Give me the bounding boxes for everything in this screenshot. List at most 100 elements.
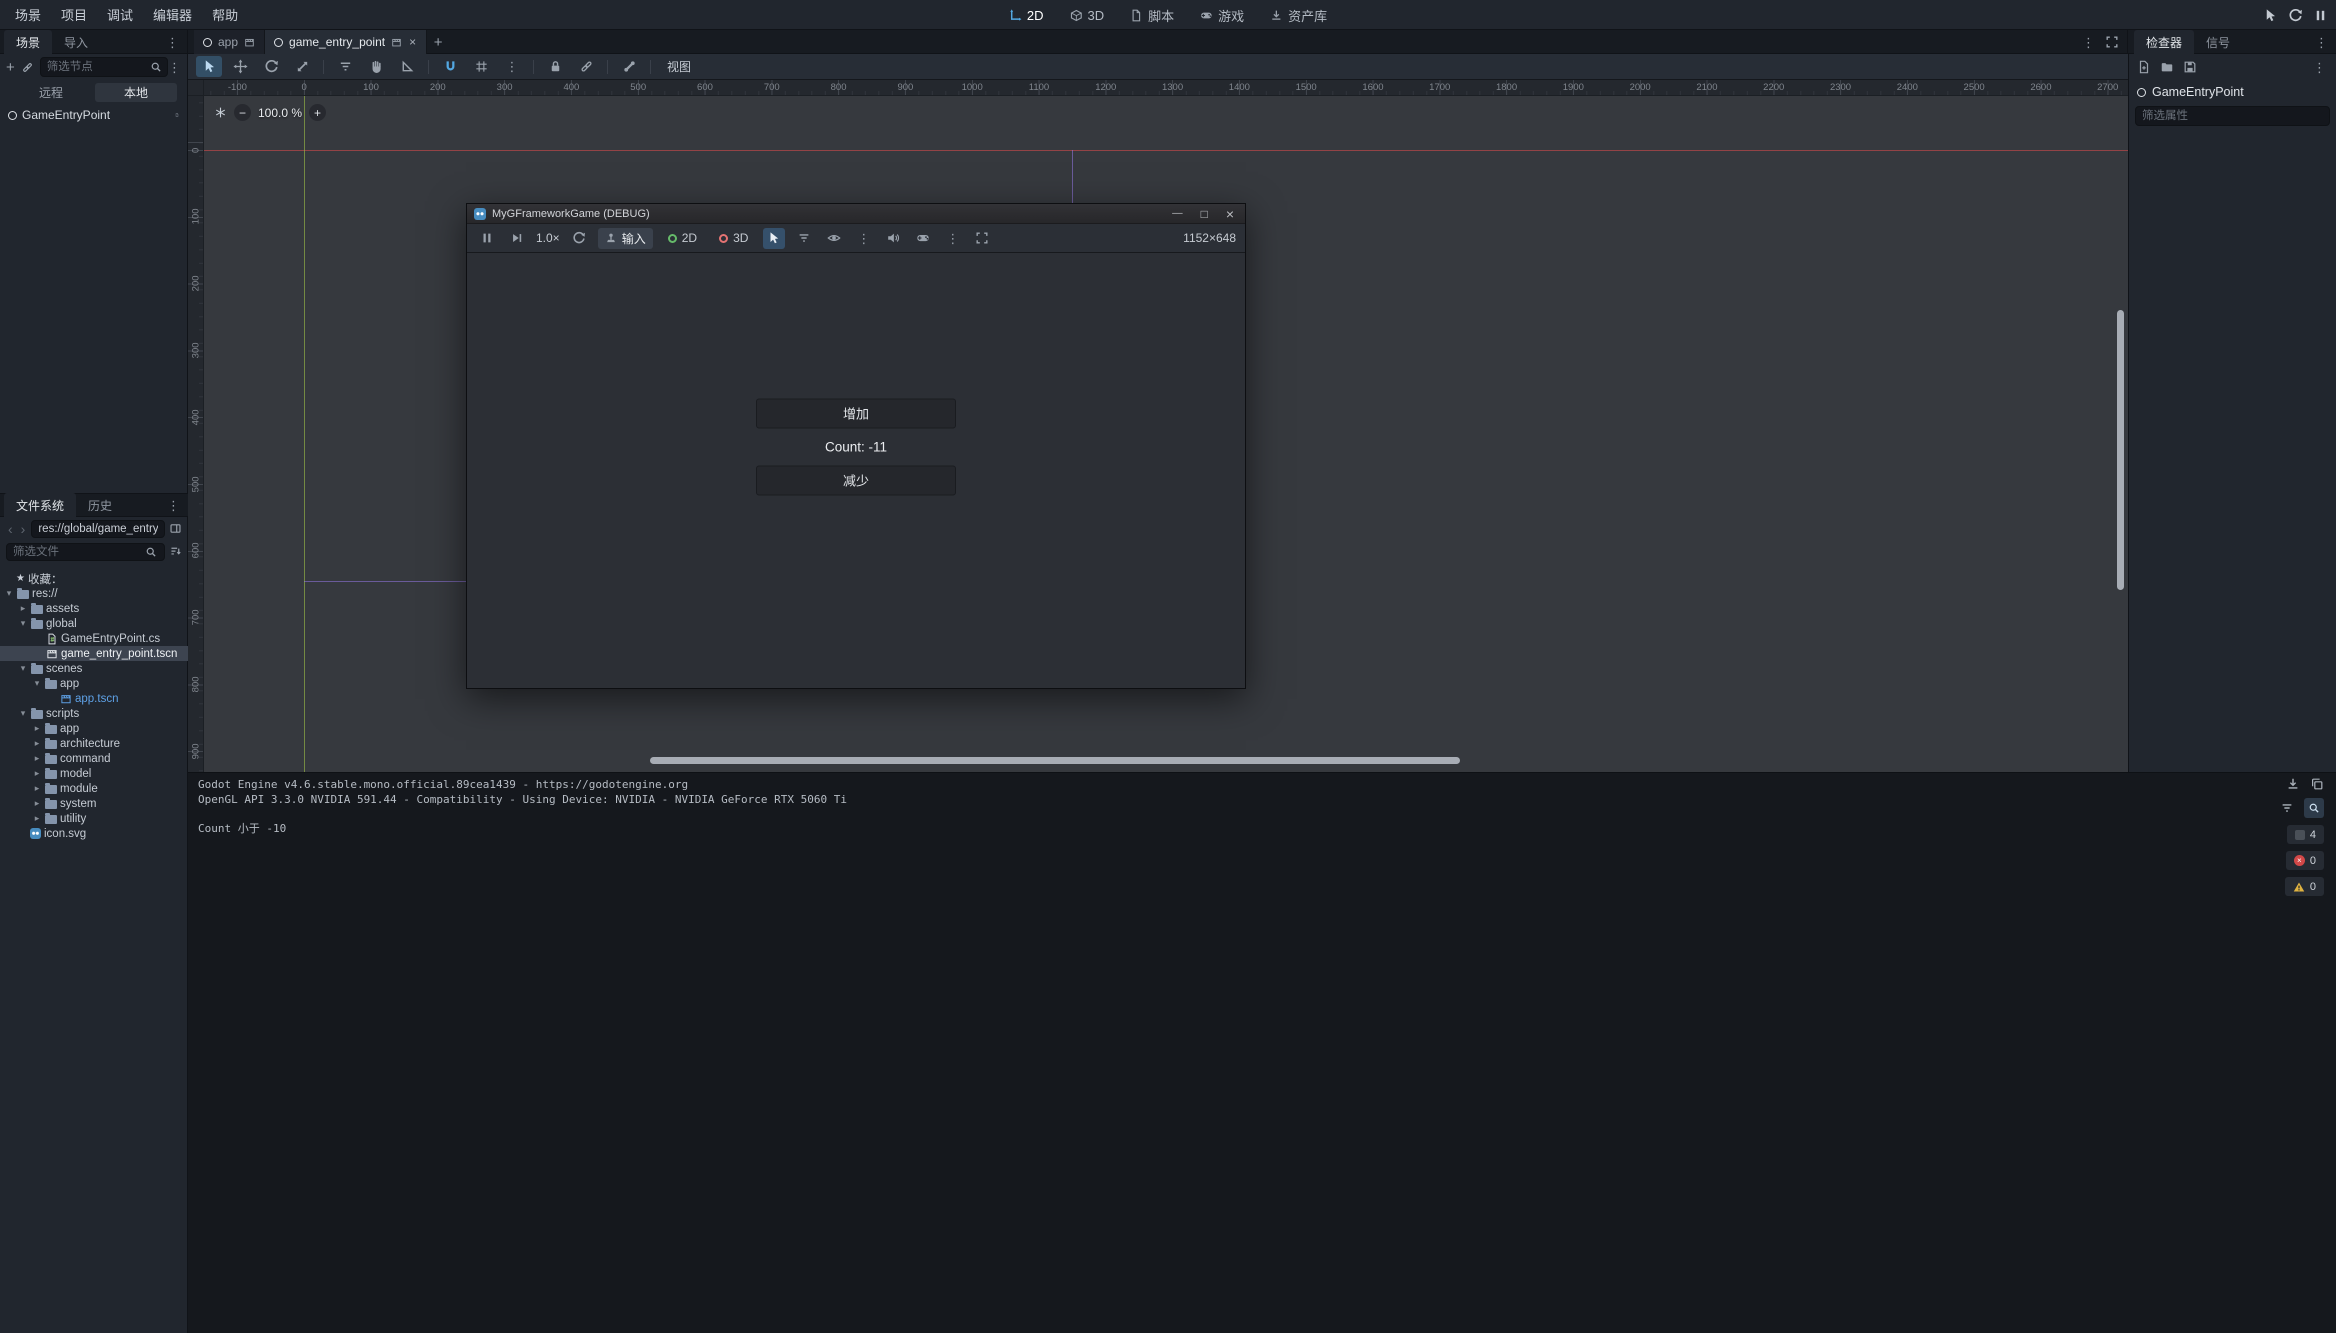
- save-resource-icon[interactable]: [2183, 60, 2197, 74]
- camera-3d-toggle[interactable]: 3D: [712, 228, 755, 249]
- selection-list-button[interactable]: [793, 228, 815, 249]
- sort-files-icon[interactable]: [169, 545, 182, 558]
- expander-icon[interactable]: ▾: [18, 618, 28, 629]
- expander-icon[interactable]: ▾: [18, 708, 28, 719]
- add-node-icon[interactable]: +: [6, 60, 15, 75]
- menu-item[interactable]: 场景: [6, 1, 50, 28]
- new-scene-tab-button[interactable]: +: [427, 31, 449, 53]
- expand-viewport-icon[interactable]: [2105, 35, 2119, 49]
- fs-row-app-tscn[interactable]: app.tscn: [0, 691, 188, 706]
- instance-scene-link-icon[interactable]: [21, 61, 34, 74]
- warnings-filter-badge[interactable]: 0: [2285, 877, 2324, 896]
- fs-row-scenes[interactable]: ▾ scenes: [0, 661, 188, 676]
- list-select-button[interactable]: [332, 56, 358, 77]
- expander-icon[interactable]: ▸: [32, 723, 42, 734]
- input-mode-toggle[interactable]: 输入: [598, 228, 653, 249]
- dock-menu-icon[interactable]: ⋮: [2315, 36, 2328, 49]
- messages-filter-badge[interactable]: 4: [2287, 825, 2324, 844]
- nav-back-icon[interactable]: ‹: [6, 521, 15, 537]
- window-maximize-button[interactable]: □: [1201, 208, 1208, 220]
- zoom-percent-label[interactable]: 100.0 %: [258, 106, 302, 120]
- next-frame-button[interactable]: [506, 228, 528, 249]
- embed-options-menu[interactable]: ⋮: [942, 228, 963, 249]
- restart-game-button[interactable]: [2288, 8, 2303, 23]
- fs-row-res-root[interactable]: ▾ res://: [0, 586, 188, 601]
- inspector-menu-icon[interactable]: ⋮: [2313, 61, 2326, 74]
- fs-row-global[interactable]: ▾ global: [0, 616, 188, 631]
- canvas-hscrollbar-thumb[interactable]: [650, 757, 1460, 764]
- expander-icon[interactable]: ▾: [4, 588, 14, 599]
- local-button[interactable]: 本地: [95, 83, 177, 102]
- tab-history[interactable]: 历史: [76, 493, 124, 517]
- decrease-button[interactable]: 减少: [756, 465, 956, 495]
- mute-audio-button[interactable]: [882, 228, 904, 249]
- menu-item[interactable]: 帮助: [203, 1, 247, 28]
- filter-log-icon[interactable]: [2280, 801, 2294, 815]
- tab-node-signals-dock[interactable]: 信号: [2194, 30, 2242, 54]
- copy-log-icon[interactable]: [2310, 777, 2324, 791]
- scene-tab-app[interactable]: app: [194, 30, 265, 54]
- zoom-out-button[interactable]: −: [234, 104, 251, 121]
- inspected-node-row[interactable]: GameEntryPoint: [2129, 80, 2336, 104]
- expander-icon[interactable]: ▾: [32, 678, 42, 689]
- picking-options-menu[interactable]: ⋮: [853, 228, 874, 249]
- fs-row-assets[interactable]: ▸ assets: [0, 601, 188, 616]
- grid-snap-toggle[interactable]: [468, 56, 494, 77]
- workspace-script[interactable]: 脚本: [1120, 3, 1184, 28]
- lock-selected-button[interactable]: [542, 56, 568, 77]
- menu-item[interactable]: 编辑器: [144, 1, 201, 28]
- select-tool-button[interactable]: [196, 56, 222, 77]
- expander-icon[interactable]: ▸: [32, 783, 42, 794]
- camera-2d-toggle[interactable]: 2D: [661, 228, 704, 249]
- time-scale-label[interactable]: 1.0×: [536, 231, 560, 245]
- filter-nodes-input[interactable]: [40, 57, 168, 77]
- expander-icon[interactable]: ▸: [32, 813, 42, 824]
- move-tool-button[interactable]: [227, 56, 253, 77]
- increase-button[interactable]: 增加: [756, 398, 956, 428]
- fs-row-module[interactable]: ▸ module: [0, 781, 188, 796]
- menu-item[interactable]: 项目: [52, 1, 96, 28]
- restart-button[interactable]: [568, 228, 590, 249]
- search-log-button[interactable]: [2304, 798, 2324, 818]
- fs-dock-menu-icon[interactable]: ⋮: [167, 499, 180, 512]
- view-menu[interactable]: 视图: [659, 56, 699, 77]
- expander-icon[interactable]: ▸: [32, 738, 42, 749]
- pick-node-button[interactable]: [2263, 8, 2278, 23]
- workspace-3d[interactable]: 3D: [1059, 5, 1114, 26]
- remote-button[interactable]: 远程: [10, 83, 92, 102]
- window-minimize-button[interactable]: —: [1172, 208, 1183, 219]
- save-log-icon[interactable]: [2286, 777, 2300, 791]
- split-filesystem-icon[interactable]: [169, 522, 182, 535]
- group-selected-button[interactable]: [573, 56, 599, 77]
- rotate-tool-button[interactable]: [258, 56, 284, 77]
- fs-row-model[interactable]: ▸ model: [0, 766, 188, 781]
- menu-item[interactable]: 调试: [98, 1, 142, 28]
- scene-tree-root-row[interactable]: GameEntryPoint: [0, 106, 187, 124]
- skeleton-options-button[interactable]: [616, 56, 642, 77]
- fullscreen-button[interactable]: [971, 228, 993, 249]
- suspend-button[interactable]: [476, 228, 498, 249]
- tab-filesystem[interactable]: 文件系统: [4, 493, 76, 517]
- scene-tab-game-entry-point[interactable]: game_entry_point ×: [265, 30, 427, 54]
- tab-scene-dock[interactable]: 场景: [4, 30, 52, 54]
- expander-icon[interactable]: ▸: [32, 798, 42, 809]
- selection-visible-button[interactable]: [823, 228, 845, 249]
- scene-tabs-menu-icon[interactable]: ⋮: [2082, 36, 2095, 49]
- filter-files-input[interactable]: [6, 543, 165, 561]
- fs-row-scripts-app[interactable]: ▸ app: [0, 721, 188, 736]
- fs-row-scenes-app[interactable]: ▾ app: [0, 676, 188, 691]
- close-tab-icon[interactable]: ×: [408, 35, 417, 49]
- expander-icon[interactable]: ▾: [18, 663, 28, 674]
- filter-properties-input[interactable]: [2135, 106, 2330, 126]
- fs-row-icon-svg[interactable]: icon.svg: [0, 826, 188, 841]
- zoom-in-button[interactable]: +: [309, 104, 326, 121]
- workspace-game[interactable]: 游戏: [1190, 3, 1254, 28]
- fs-row-gameentrypoint-cs[interactable]: GameEntryPoint.cs: [0, 631, 188, 646]
- expander-icon[interactable]: ▸: [32, 753, 42, 764]
- attached-script-icon[interactable]: [175, 109, 187, 121]
- gamepad-input-button[interactable]: [912, 228, 934, 249]
- expander-icon[interactable]: ▸: [18, 603, 28, 614]
- fs-row-command[interactable]: ▸ command: [0, 751, 188, 766]
- load-resource-folder-icon[interactable]: [2160, 60, 2174, 74]
- 2d-canvas[interactable]: − 100.0 % + MyGFrameworkGame (DEBUG) — □…: [204, 96, 2128, 772]
